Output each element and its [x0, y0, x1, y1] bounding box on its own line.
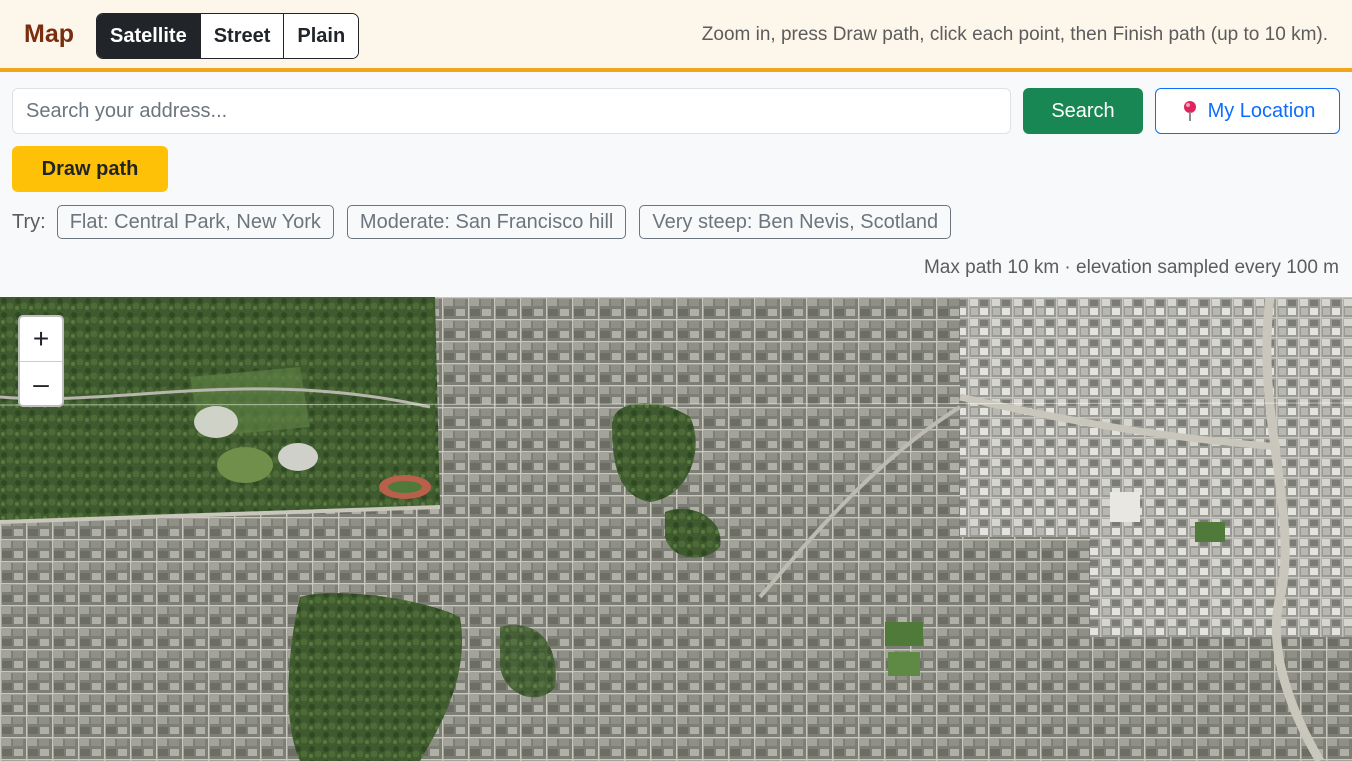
layer-toggle-group: Satellite Street Plain [96, 13, 360, 59]
controls-panel: Search My Location Draw path Try: Flat: … [0, 76, 1352, 297]
my-location-label: My Location [1207, 99, 1316, 122]
satellite-map[interactable]: + – [0, 297, 1352, 761]
brand-title: Map [24, 20, 74, 48]
try-examples-row: Try: Flat: Central Park, New York Modera… [12, 205, 952, 239]
zoom-in-button[interactable]: + [20, 317, 62, 361]
try-example-moderate[interactable]: Moderate: San Francisco hill [346, 205, 627, 239]
layer-satellite-button[interactable]: Satellite [97, 14, 201, 58]
satellite-imagery [0, 297, 1352, 761]
path-limit-note: Max path 10 km · elevation sampled every… [923, 257, 1339, 278]
my-location-button[interactable]: My Location [1155, 88, 1340, 134]
instructions-hint: Zoom in, press Draw path, click each poi… [701, 24, 1328, 45]
try-example-flat[interactable]: Flat: Central Park, New York [56, 205, 334, 239]
zoom-out-button[interactable]: – [20, 361, 62, 405]
layer-plain-button[interactable]: Plain [284, 14, 359, 58]
zoom-control: + – [18, 315, 64, 407]
search-button[interactable]: Search [1023, 88, 1143, 134]
map-pin-icon [1183, 101, 1196, 121]
draw-path-button[interactable]: Draw path [12, 146, 168, 192]
try-example-steep[interactable]: Very steep: Ben Nevis, Scotland [639, 205, 952, 239]
address-search-input[interactable] [12, 88, 1011, 134]
top-bar: Map Satellite Street Plain Zoom in, pres… [0, 0, 1352, 72]
layer-street-button[interactable]: Street [200, 14, 285, 58]
try-label: Try: [12, 210, 46, 233]
